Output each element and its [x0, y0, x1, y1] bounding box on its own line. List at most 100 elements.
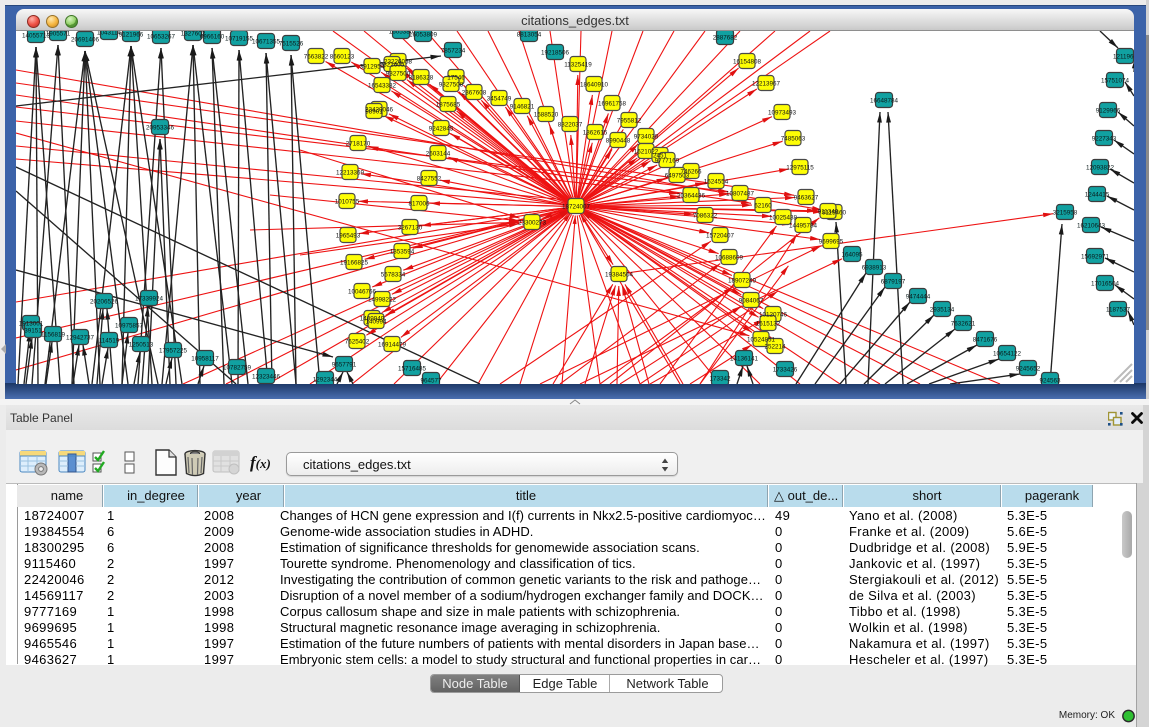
svg-text:8427552: 8427552 — [417, 176, 442, 183]
svg-text:9463627: 9463627 — [794, 195, 819, 202]
svg-text:15716485: 15716485 — [398, 366, 427, 373]
svg-text:12942737: 12942737 — [66, 335, 95, 342]
svg-text:10688609: 10688609 — [715, 255, 744, 262]
svg-text:114519: 114519 — [99, 338, 120, 345]
svg-text:9227343: 9227343 — [1092, 136, 1117, 143]
svg-text:7632621: 7632621 — [951, 321, 976, 328]
svg-text:16914479: 16914479 — [378, 342, 407, 349]
svg-text:9084067: 9084067 — [739, 298, 764, 305]
svg-text:17339924: 17339924 — [135, 296, 164, 303]
svg-text:10654122: 10654122 — [993, 351, 1022, 358]
svg-text:9474444: 9474444 — [906, 294, 931, 301]
svg-text:16648784: 16648784 — [870, 98, 899, 105]
svg-text:817006: 817006 — [408, 201, 430, 208]
svg-text:16210643: 16210643 — [1077, 223, 1106, 230]
svg-text:8322037: 8322037 — [558, 122, 583, 129]
svg-text:23300273: 23300273 — [518, 220, 547, 227]
svg-text:1905571: 1905571 — [46, 31, 71, 38]
svg-text:1733426: 1733426 — [773, 367, 798, 374]
svg-text:18907249: 18907249 — [728, 278, 757, 285]
svg-text:1292344: 1292344 — [313, 377, 338, 384]
svg-text:39151: 39151 — [24, 328, 42, 335]
svg-text:7086322: 7086322 — [693, 213, 718, 220]
svg-text:1588520: 1588520 — [534, 112, 559, 119]
svg-text:15720407: 15720407 — [706, 233, 735, 240]
svg-text:9777169: 9777169 — [655, 158, 680, 165]
svg-text:1362615: 1362615 — [583, 130, 608, 137]
svg-text:10958117: 10958117 — [191, 356, 219, 363]
svg-text:8813054: 8813054 — [517, 32, 542, 39]
svg-text:9699695: 9699695 — [819, 239, 844, 246]
svg-text:6966160: 6966160 — [200, 34, 225, 41]
svg-text:14998222: 14998222 — [368, 297, 397, 304]
svg-text:19166825: 19166825 — [340, 260, 369, 267]
svg-text:15751074: 15751074 — [1101, 78, 1130, 85]
svg-text:9146821: 9146821 — [510, 104, 535, 111]
svg-text:18640910: 18640910 — [580, 82, 609, 89]
svg-text:19384504: 19384504 — [605, 272, 634, 279]
svg-text:7485063: 7485063 — [781, 136, 806, 143]
svg-text:8660123: 8660123 — [330, 54, 355, 61]
svg-text:6938913: 6938913 — [862, 265, 887, 272]
svg-text:10046766: 10046766 — [348, 289, 377, 296]
svg-text:16053809: 16053809 — [409, 32, 438, 39]
svg-text:9734028: 9734028 — [634, 134, 659, 141]
svg-text:2935134: 2935134 — [930, 307, 955, 314]
svg-text:62160: 62160 — [754, 203, 772, 210]
svg-text:14136141: 14136141 — [730, 356, 759, 363]
svg-text:7625402: 7625402 — [345, 339, 370, 346]
svg-text:17016504: 17016504 — [1091, 281, 1120, 288]
svg-text:1913001: 1913001 — [19, 321, 44, 328]
svg-text:17957225: 17957225 — [159, 348, 188, 355]
svg-text:20206526: 20206526 — [90, 299, 119, 306]
svg-text:16961758: 16961758 — [598, 101, 627, 108]
svg-text:17546: 17546 — [447, 75, 465, 82]
svg-text:924563: 924563 — [1039, 378, 1061, 385]
svg-text:6497503: 6497503 — [665, 173, 690, 180]
svg-text:10671355: 10671355 — [252, 39, 281, 46]
svg-text:20953346: 20953346 — [146, 125, 175, 132]
svg-text:5578334: 5578334 — [381, 272, 406, 279]
svg-text:1875685: 1875685 — [436, 102, 461, 109]
svg-text:6879197: 6879197 — [881, 279, 906, 286]
svg-text:1250513: 1250513 — [129, 342, 154, 349]
svg-text:10025438: 10025438 — [769, 215, 798, 222]
svg-text:2322605: 2322605 — [380, 62, 405, 69]
svg-text:3215958: 3215958 — [1053, 210, 1078, 217]
svg-text:252214: 252214 — [764, 344, 786, 351]
svg-text:964577: 964577 — [420, 378, 442, 385]
svg-text:16543382: 16543382 — [368, 83, 397, 90]
svg-text:1615132: 1615132 — [756, 321, 781, 328]
svg-text:140994: 140994 — [365, 319, 387, 326]
svg-text:164095: 164095 — [841, 252, 863, 259]
svg-text:1353594: 1353594 — [390, 249, 415, 256]
svg-text:2718170: 2718170 — [346, 141, 371, 148]
svg-text:8186328: 8186328 — [409, 75, 434, 82]
svg-text:1211966: 1211966 — [1113, 54, 1134, 61]
svg-text:2887682: 2887682 — [713, 35, 738, 42]
svg-text:15692971: 15692971 — [1081, 254, 1110, 261]
svg-text:9129966: 9129966 — [1096, 108, 1121, 115]
svg-text:911340: 911340 — [818, 209, 839, 216]
svg-text:9657791: 9657791 — [332, 362, 357, 369]
svg-text:8471676: 8471676 — [973, 337, 998, 344]
svg-text:10524851: 10524851 — [747, 337, 776, 344]
svg-text:10807487: 10807487 — [726, 191, 755, 198]
svg-text:10653267: 10653267 — [147, 34, 176, 41]
svg-text:16154808: 16154808 — [733, 59, 762, 66]
svg-text:12975115: 12975115 — [786, 165, 814, 172]
svg-text:1187537: 1187537 — [1106, 307, 1131, 314]
svg-text:18724007: 18724007 — [562, 204, 591, 211]
svg-text:9327500: 9327500 — [386, 71, 411, 78]
svg-text:10120746: 10120746 — [759, 312, 788, 319]
svg-text:10782759: 10782759 — [223, 365, 252, 372]
svg-text:12323446: 12323446 — [252, 374, 281, 381]
svg-text:98901: 98901 — [365, 109, 383, 116]
svg-text:173342: 173342 — [709, 376, 731, 383]
svg-text:12093822: 12093822 — [1086, 165, 1115, 172]
svg-text:2367608: 2367608 — [462, 90, 487, 97]
svg-text:1965493: 1965493 — [336, 233, 361, 240]
svg-text:14495784: 14495784 — [789, 223, 818, 230]
svg-text:9242845: 9242845 — [429, 126, 454, 133]
svg-text:10973493: 10973493 — [768, 110, 797, 117]
